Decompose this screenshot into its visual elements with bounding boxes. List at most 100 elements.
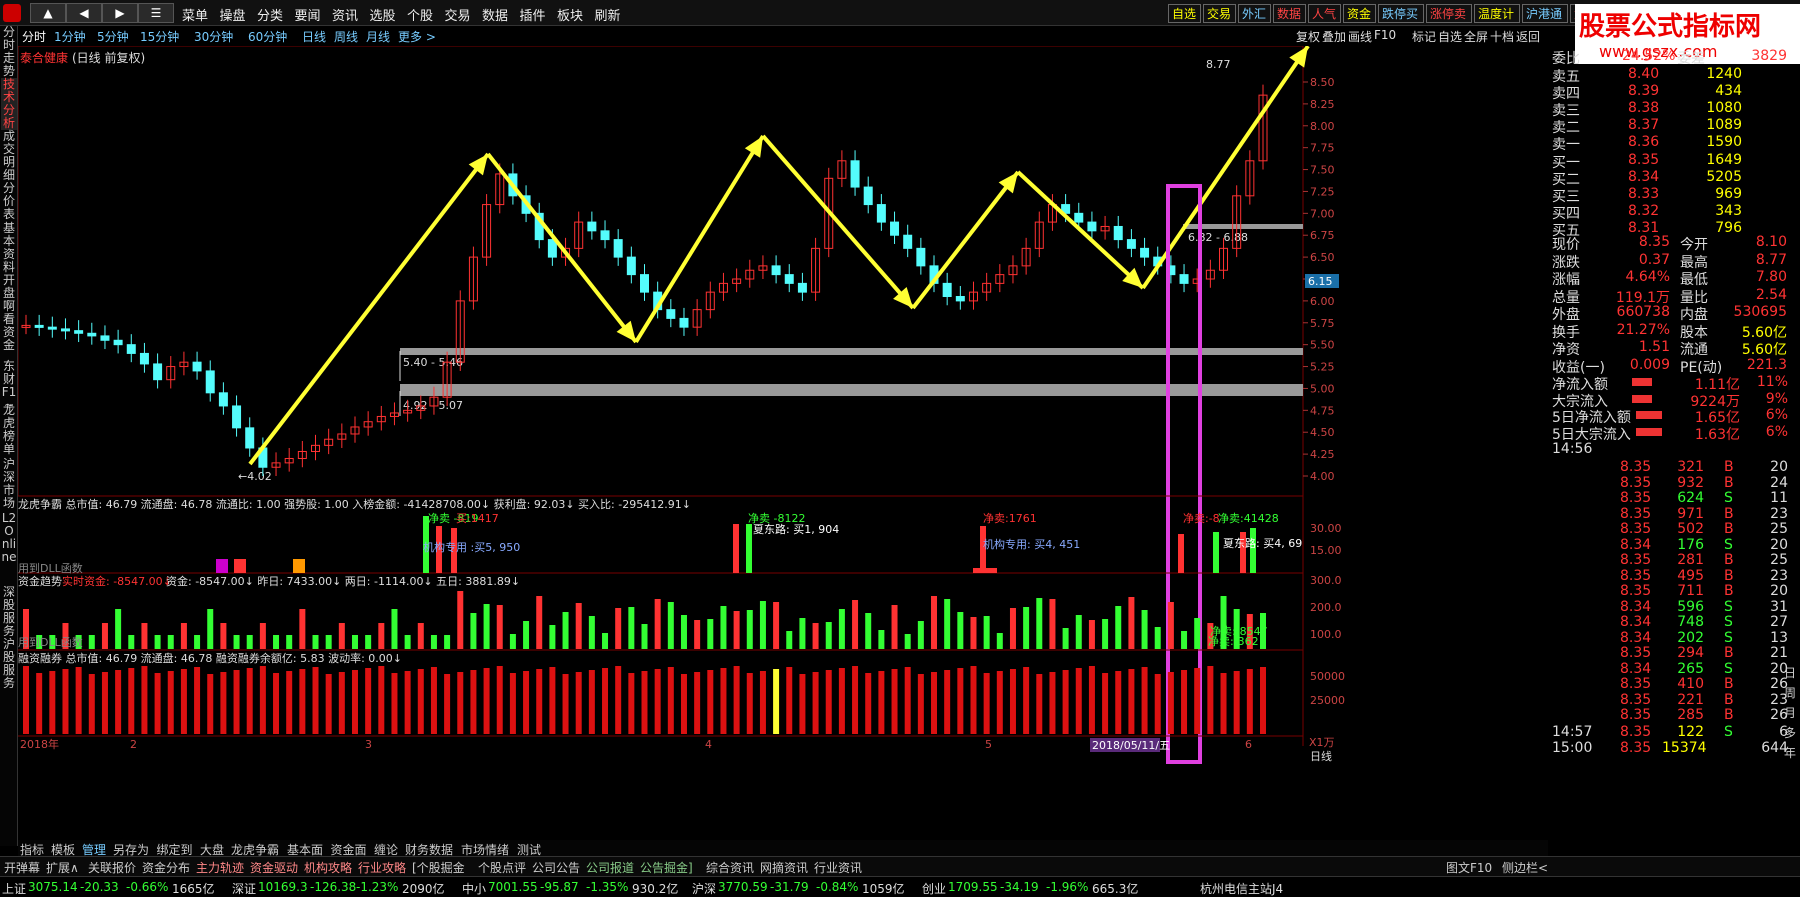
app-logo-icon[interactable] (3, 4, 21, 22)
timeframe-tab-3[interactable]: 15分钟 (140, 28, 179, 45)
toolbar-button-4[interactable]: 人气 (1308, 4, 1341, 23)
menu-8[interactable]: 数据 (482, 5, 508, 24)
toolbar-button-3[interactable]: 数据 (1273, 4, 1306, 23)
nav-button-3[interactable]: ☰ (138, 3, 174, 23)
menu-10[interactable]: 板块 (557, 5, 583, 24)
bottom-tab-3[interactable]: 资金分布 (142, 859, 190, 876)
nav-button-1[interactable]: ◀ (66, 3, 102, 23)
bottom-tab-15[interactable]: 行业资讯 (814, 859, 862, 876)
toolbar-button-9[interactable]: 沪港通 (1522, 4, 1568, 23)
chart-tool-5[interactable]: 自选 (1438, 28, 1462, 45)
chart-area[interactable]: 8.508.258.007.757.507.257.006.756.506.25… (17, 44, 1548, 846)
side-period-1[interactable]: 周 (1784, 684, 1796, 701)
bottom-tab-13[interactable]: 综合资讯 (706, 859, 754, 876)
timeframe-tab-2[interactable]: 5分钟 (97, 28, 129, 45)
toolbar-button-2[interactable]: 外汇 (1238, 4, 1271, 23)
left-nav-6[interactable]: 资金 (1, 326, 17, 352)
chart-tool-8[interactable]: 返回 (1516, 28, 1540, 45)
indicator-tab-4[interactable]: 绑定到 (157, 841, 193, 858)
indicator-tab-12[interactable]: 测试 (517, 841, 541, 858)
menu-0[interactable]: 菜单 (182, 5, 208, 24)
indicator-tab-10[interactable]: 财务数据 (405, 841, 453, 858)
bottom-tab-8[interactable]: [个股掘金 (412, 859, 465, 876)
chart-tool-0[interactable]: 复权 (1296, 28, 1320, 45)
chart-tool-2[interactable]: 画线 (1348, 28, 1372, 45)
toolbar-button-5[interactable]: 资金 (1343, 4, 1376, 23)
candlestick-chart[interactable]: 8.508.258.007.757.507.257.006.756.506.25… (17, 44, 1548, 846)
left-nav-4[interactable]: 基本资料 (1, 222, 17, 274)
indicator-tab-3[interactable]: 另存为 (113, 841, 149, 858)
left-nav-5[interactable]: 开盘啊看 (1, 274, 17, 326)
side-period-3[interactable]: 多 (1784, 724, 1796, 741)
left-nav-8[interactable]: 龙虎榜单 (1, 404, 17, 456)
menu-1[interactable]: 操盘 (220, 5, 246, 24)
bottom-tab-12[interactable]: 公告掘金] (640, 859, 693, 876)
timeframe-tab-9[interactable]: 更多 > (398, 28, 436, 45)
bottom-tab-10[interactable]: 公司公告 (532, 859, 580, 876)
left-nav-9[interactable]: 沪深市场 (1, 458, 17, 510)
chart-tool-4[interactable]: 标记 (1412, 28, 1436, 45)
toolbar-button-7[interactable]: 涨停卖 (1426, 4, 1472, 23)
bottom-right-tab-0[interactable]: 图文F10 (1446, 859, 1492, 876)
bottom-tab-11[interactable]: 公司报道 (586, 859, 634, 876)
side-period-0[interactable]: 日 (1784, 664, 1796, 681)
left-nav-12[interactable]: 沪股服务 (1, 638, 17, 690)
bottom-tab-1[interactable]: 扩展∧ (46, 859, 79, 876)
indicator-tab-5[interactable]: 大盘 (200, 841, 224, 858)
left-nav-11[interactable]: 深股服务 (1, 586, 17, 638)
indicator-tab-2[interactable]: 管理 (82, 841, 106, 858)
bottom-tab-4[interactable]: 主力轨迹 (196, 859, 244, 876)
zijin-bar (615, 608, 622, 649)
toolbar-button-6[interactable]: 跌停买 (1378, 4, 1424, 23)
menu-2[interactable]: 分类 (257, 5, 283, 24)
bottom-tab-2[interactable]: 关联报价 (88, 859, 136, 876)
chart-tool-1[interactable]: 叠加 (1322, 28, 1346, 45)
indicator-zijin-title: 资金趋势 (18, 574, 62, 588)
timeframe-tab-7[interactable]: 周线 (334, 28, 358, 45)
bottom-tab-5[interactable]: 资金驱动 (250, 859, 298, 876)
tick-row-15-2: B (1724, 691, 1734, 708)
menu-6[interactable]: 个股 (407, 5, 433, 24)
menu-7[interactable]: 交易 (445, 5, 471, 24)
timeframe-tab-5[interactable]: 60分钟 (248, 28, 287, 45)
toolbar-button-0[interactable]: 自选 (1168, 4, 1201, 23)
bottom-tab-7[interactable]: 行业攻略 (358, 859, 406, 876)
indicator-tab-0[interactable]: 指标 (20, 841, 44, 858)
bottom-tab-14[interactable]: 网摘资讯 (760, 859, 808, 876)
indicator-tab-9[interactable]: 缠论 (374, 841, 398, 858)
tick-row-0-1: 321 (1677, 459, 1704, 475)
indicator-tab-6[interactable]: 龙虎争霸 (231, 841, 279, 858)
menu-9[interactable]: 插件 (520, 5, 546, 24)
indicator-tab-1[interactable]: 模板 (51, 841, 75, 858)
menu-11[interactable]: 刷新 (595, 5, 621, 24)
left-nav-1[interactable]: 技术分析 (1, 78, 17, 130)
left-nav-0[interactable]: 分时走势 (1, 26, 17, 78)
chart-tool-3[interactable]: F10 (1374, 28, 1396, 42)
left-nav-2[interactable]: 成交明细 (1, 130, 17, 182)
timeframe-tab-4[interactable]: 30分钟 (194, 28, 233, 45)
timeframe-tab-6[interactable]: 日线 (302, 28, 326, 45)
toolbar-button-1[interactable]: 交易 (1203, 4, 1236, 23)
bottom-right-tab-1[interactable]: 侧边栏< (1502, 859, 1548, 876)
indicator-tab-8[interactable]: 资金面 (331, 841, 367, 858)
chart-tool-7[interactable]: 十档 (1490, 28, 1514, 45)
timeframe-tab-1[interactable]: 1分钟 (54, 28, 86, 45)
timeframe-tab-0[interactable]: 分时 (22, 28, 46, 45)
left-nav-3[interactable]: 分价表 (1, 182, 17, 221)
side-period-2[interactable]: 月 (1784, 704, 1796, 721)
menu-3[interactable]: 要闻 (295, 5, 321, 24)
side-period-4[interactable]: 年 (1784, 744, 1796, 761)
timeframe-tab-8[interactable]: 月线 (366, 28, 390, 45)
chart-tool-6[interactable]: 全屏 (1464, 28, 1488, 45)
toolbar-button-8[interactable]: 温度计 (1474, 4, 1520, 23)
bottom-tab-6[interactable]: 机构攻略 (304, 859, 352, 876)
nav-button-2[interactable]: ▶ (102, 3, 138, 23)
bottom-tab-0[interactable]: 开弹幕 (4, 859, 40, 876)
indicator-tab-11[interactable]: 市场情绪 (461, 841, 509, 858)
nav-button-0[interactable]: ▲ (30, 3, 66, 23)
menu-5[interactable]: 选股 (370, 5, 396, 24)
bottom-tab-9[interactable]: 个股点评 (478, 859, 526, 876)
indicator-tab-7[interactable]: 基本面 (287, 841, 323, 858)
menu-4[interactable]: 资讯 (332, 5, 358, 24)
left-nav-10[interactable]: L2 Online (1, 512, 17, 564)
